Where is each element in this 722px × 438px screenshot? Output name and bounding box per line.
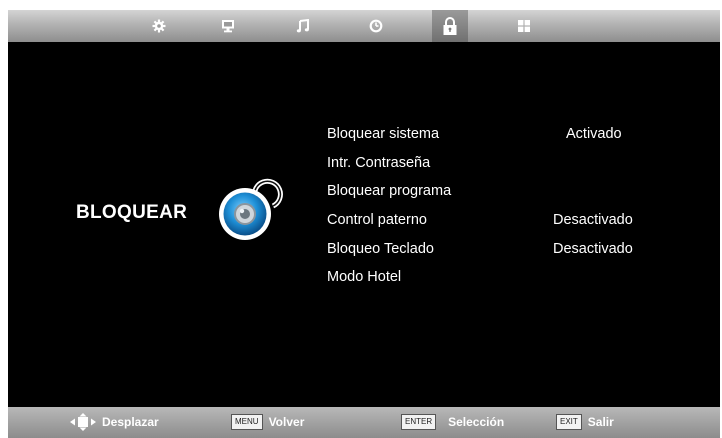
hint-move: Desplazar bbox=[70, 413, 159, 431]
menu-item-modo-hotel[interactable]: Modo Hotel bbox=[327, 266, 401, 288]
menu-value-bloqueo-teclado: Desactivado bbox=[553, 241, 633, 257]
tab-lock[interactable] bbox=[432, 10, 468, 42]
menu-item-bloquear-sistema[interactable]: Bloquear sistema bbox=[327, 123, 439, 145]
channel-grid-icon bbox=[518, 20, 530, 32]
tab-time[interactable] bbox=[366, 16, 386, 36]
tab-settings[interactable] bbox=[149, 16, 169, 36]
lock-icon bbox=[219, 178, 283, 240]
tv-screen: BLOQUEAR Bloquear sistema Activado Intr.… bbox=[8, 10, 720, 438]
time-clock-icon bbox=[369, 19, 383, 33]
menu-item-bloqueo-teclado[interactable]: Bloqueo Teclado bbox=[327, 238, 434, 260]
bottom-hint-bar: Desplazar MENU Volver ENTER Selección EX… bbox=[8, 407, 720, 438]
top-menu-bar bbox=[8, 10, 720, 42]
tab-sound[interactable] bbox=[293, 16, 313, 36]
navigation-arrows-icon bbox=[70, 413, 96, 431]
exit-key: EXIT bbox=[556, 414, 582, 430]
hint-move-label: Desplazar bbox=[102, 415, 159, 429]
hint-menu: MENU Volver bbox=[231, 413, 304, 431]
hint-enter-label: Selección bbox=[448, 415, 505, 429]
hint-menu-label: Volver bbox=[268, 415, 305, 429]
menu-item-intr-contrasena[interactable]: Intr. Contraseña bbox=[327, 152, 430, 174]
settings-gear-icon bbox=[152, 19, 166, 33]
hint-enter: ENTER Selección bbox=[401, 413, 504, 431]
section-title: BLOQUEAR bbox=[76, 202, 188, 223]
lock-padlock-icon bbox=[443, 17, 457, 35]
tab-picture[interactable] bbox=[218, 16, 238, 36]
enter-key: ENTER bbox=[401, 414, 437, 430]
hint-exit: EXIT Salir bbox=[556, 413, 614, 431]
menu-item-control-paterno[interactable]: Control paterno bbox=[327, 209, 427, 231]
sound-music-note-icon bbox=[296, 19, 309, 33]
tab-channel[interactable] bbox=[514, 16, 534, 36]
picture-monitor-icon bbox=[222, 20, 234, 33]
menu-key: MENU bbox=[231, 414, 263, 430]
menu-value-control-paterno: Desactivado bbox=[553, 212, 633, 228]
menu-item-bloquear-programa[interactable]: Bloquear programa bbox=[327, 180, 451, 202]
hint-exit-label: Salir bbox=[587, 415, 614, 429]
menu-value-bloquear-sistema: Activado bbox=[566, 126, 622, 142]
